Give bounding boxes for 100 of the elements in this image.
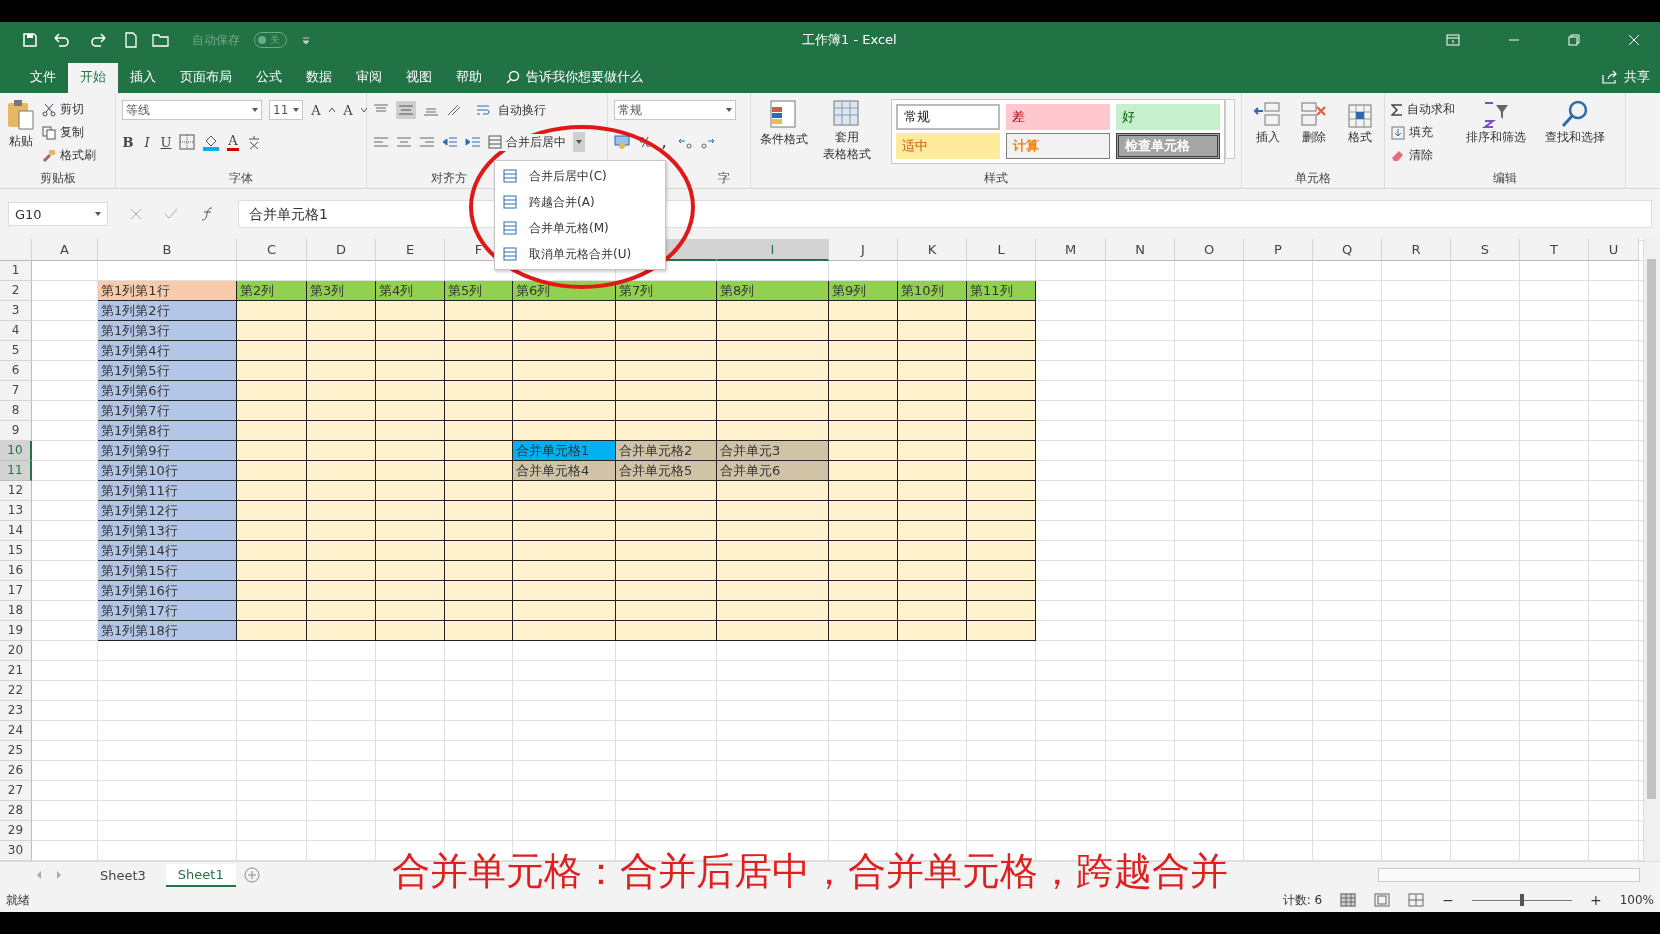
- row-header[interactable]: 25: [0, 741, 32, 761]
- column-header[interactable]: N: [1106, 239, 1175, 261]
- new-file-icon[interactable]: [124, 32, 138, 48]
- row-header[interactable]: 11: [0, 461, 32, 481]
- tell-me-field[interactable]: 告诉我你想要做什么: [526, 63, 643, 93]
- row-header[interactable]: 17: [0, 581, 32, 601]
- save-icon[interactable]: [22, 32, 38, 48]
- delete-cells-button[interactable]: 删除: [1294, 99, 1334, 146]
- column-header[interactable]: Q: [1313, 239, 1382, 261]
- ribbon-tab[interactable]: 视图: [394, 63, 444, 93]
- row-header[interactable]: 14: [0, 521, 32, 541]
- row-header[interactable]: 9: [0, 421, 32, 441]
- align-left-icon[interactable]: [373, 135, 389, 149]
- grow-font-button[interactable]: A: [310, 102, 322, 118]
- row-header[interactable]: 15: [0, 541, 32, 561]
- sheet-tab[interactable]: Sheet3: [88, 864, 158, 886]
- ribbon-tab[interactable]: 页面布局: [168, 63, 244, 93]
- row-header[interactable]: 24: [0, 721, 32, 741]
- column-header[interactable]: D: [307, 239, 376, 261]
- autosum-button[interactable]: 自动求和: [1391, 99, 1455, 120]
- restore-icon[interactable]: [1568, 34, 1580, 46]
- paste-button[interactable]: 粘贴: [6, 99, 36, 150]
- font-color-button[interactable]: A: [227, 133, 239, 151]
- column-header[interactable]: O: [1175, 239, 1244, 261]
- close-icon[interactable]: [1628, 34, 1640, 46]
- row-header[interactable]: 2: [0, 281, 32, 301]
- cell-style-option[interactable]: 适中: [896, 133, 1000, 159]
- comma-button[interactable]: ,: [658, 134, 671, 150]
- gallery-scrollbar[interactable]: [1225, 99, 1235, 159]
- customize-icon[interactable]: [301, 35, 311, 45]
- cell-style-option[interactable]: 差: [1006, 104, 1110, 130]
- row-header[interactable]: 3: [0, 301, 32, 321]
- normal-view-icon[interactable]: [1340, 893, 1357, 907]
- zoom-in-button[interactable]: +: [1589, 892, 1602, 908]
- format-cells-button[interactable]: 格式: [1340, 99, 1380, 146]
- column-header[interactable]: R: [1382, 239, 1451, 261]
- decrease-indent-icon[interactable]: [442, 135, 458, 149]
- row-header[interactable]: 18: [0, 601, 32, 621]
- align-middle-icon[interactable]: [396, 101, 416, 119]
- cell-style-option[interactable]: 常规: [896, 104, 1000, 130]
- column-header[interactable]: B: [98, 239, 237, 261]
- row-header[interactable]: 21: [0, 661, 32, 681]
- phonetic-icon[interactable]: [246, 134, 262, 150]
- align-right-icon[interactable]: [419, 135, 435, 149]
- font-name-field[interactable]: 等线: [122, 100, 262, 120]
- column-header[interactable]: U: [1589, 239, 1639, 261]
- cut-button[interactable]: 剪切: [42, 99, 96, 120]
- bold-button[interactable]: B: [122, 134, 134, 150]
- column-header[interactable]: I: [717, 239, 829, 261]
- share-button[interactable]: 共享: [1624, 63, 1650, 93]
- row-header[interactable]: 23: [0, 701, 32, 721]
- fill-button[interactable]: 填充: [1391, 122, 1455, 143]
- column-header[interactable]: J: [829, 239, 898, 261]
- row-header[interactable]: 20: [0, 641, 32, 661]
- wrap-text-button[interactable]: 自动换行: [498, 101, 546, 119]
- currency-icon[interactable]: [614, 134, 632, 150]
- row-header[interactable]: 10: [0, 441, 32, 461]
- ribbon-tab[interactable]: 插入: [118, 63, 168, 93]
- column-header[interactable]: L: [967, 239, 1036, 261]
- shrink-font-button[interactable]: A: [342, 102, 354, 118]
- borders-icon[interactable]: [179, 134, 195, 150]
- sheet-tab[interactable]: Sheet1: [165, 863, 236, 887]
- page-layout-icon[interactable]: [1374, 893, 1391, 907]
- increase-indent-icon[interactable]: [465, 135, 481, 149]
- ribbon-tab[interactable]: 文件: [18, 63, 68, 93]
- row-header[interactable]: 6: [0, 361, 32, 381]
- search-icon[interactable]: [506, 70, 520, 84]
- conditional-format-button[interactable]: 条件格式: [757, 99, 811, 148]
- row-header[interactable]: 8: [0, 401, 32, 421]
- column-header[interactable]: M: [1036, 239, 1106, 261]
- row-header[interactable]: 30: [0, 841, 32, 861]
- ribbon-tab[interactable]: 开始: [68, 63, 118, 93]
- row-header[interactable]: 27: [0, 781, 32, 801]
- page-break-icon[interactable]: [1408, 893, 1425, 907]
- column-header[interactable]: C: [237, 239, 307, 261]
- italic-button[interactable]: I: [141, 134, 153, 150]
- merge-center-button[interactable]: 合并后居中: [488, 133, 566, 151]
- column-header[interactable]: A: [32, 239, 98, 261]
- row-header[interactable]: 1: [0, 261, 32, 281]
- open-folder-icon[interactable]: [152, 32, 170, 48]
- clear-button[interactable]: 清除: [1391, 145, 1455, 166]
- menu-item[interactable]: 合并后居中(C): [495, 163, 665, 189]
- insert-cells-button[interactable]: 插入: [1248, 99, 1288, 146]
- row-header[interactable]: 5: [0, 341, 32, 361]
- row-header[interactable]: 7: [0, 381, 32, 401]
- wrap-text-icon[interactable]: [475, 102, 491, 118]
- copy-button[interactable]: 复制: [42, 122, 96, 143]
- row-header[interactable]: 16: [0, 561, 32, 581]
- align-center-icon[interactable]: [396, 135, 412, 149]
- row-header[interactable]: 28: [0, 801, 32, 821]
- underline-button[interactable]: U: [160, 134, 172, 150]
- ribbon-tab[interactable]: 数据: [294, 63, 344, 93]
- sort-filter-button[interactable]: 排序和筛选: [1461, 99, 1531, 146]
- cancel-icon[interactable]: [130, 208, 142, 220]
- format-as-table-button[interactable]: 套用 表格格式: [817, 99, 877, 163]
- find-select-button[interactable]: 查找和选择: [1537, 99, 1613, 146]
- row-header[interactable]: 12: [0, 481, 32, 501]
- row-header[interactable]: 19: [0, 621, 32, 641]
- column-header[interactable]: K: [898, 239, 967, 261]
- horizontal-scrollbar[interactable]: [1378, 868, 1640, 882]
